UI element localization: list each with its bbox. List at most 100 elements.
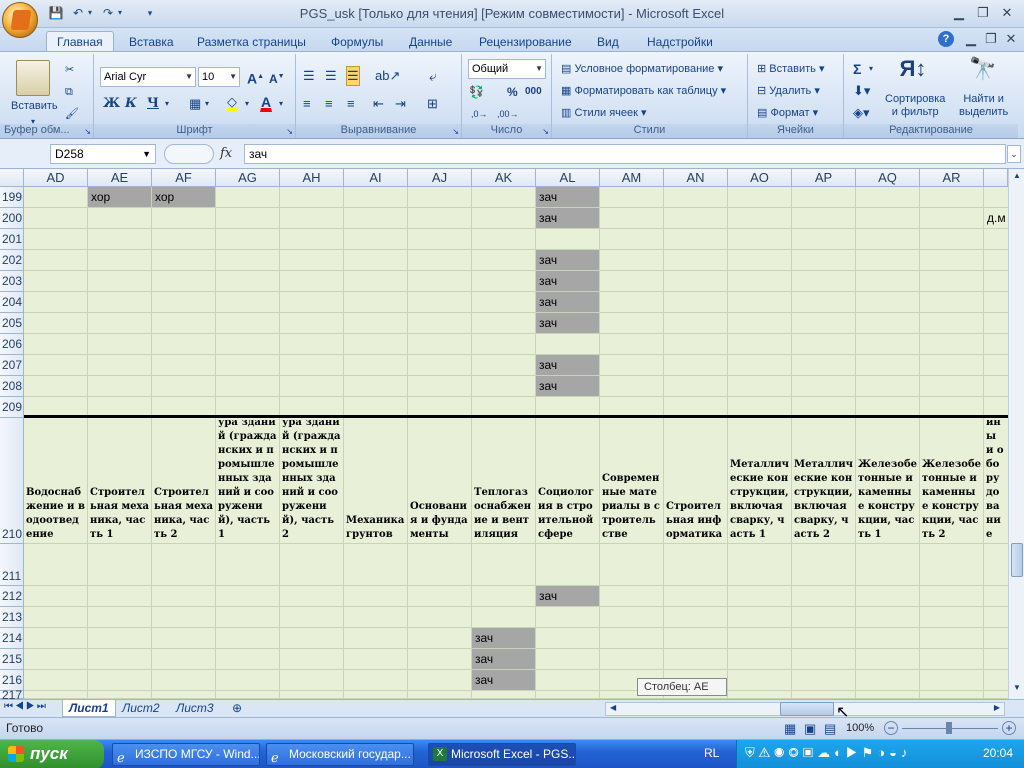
row-header-204[interactable]: 204	[0, 292, 24, 313]
column-header-ap[interactable]: AP	[792, 169, 856, 187]
decrease-indent-icon[interactable]: ⇤	[372, 94, 385, 114]
find-select-button[interactable]: Найти и выделить	[958, 92, 1009, 118]
delete-cells-button[interactable]: ⊟ Удалить ▾	[756, 81, 821, 101]
dialog-launcher-icon[interactable]: ↘	[84, 127, 91, 136]
help-icon[interactable]: ?	[938, 31, 954, 47]
column-header-am[interactable]: AM	[600, 169, 664, 187]
row-header-201[interactable]: 201	[0, 229, 24, 250]
subject-header-cell[interactable]: Металлические конструкции, включая сварк…	[728, 420, 791, 542]
column-header-af[interactable]: AF	[152, 169, 216, 187]
workbook-minimize-icon[interactable]: ▁	[960, 30, 982, 48]
cell-styles-button[interactable]: ▥ Стили ячеек ▾	[560, 103, 648, 123]
restore-icon[interactable]: ❐	[972, 4, 994, 22]
page-break-view-icon[interactable]: ▤	[824, 721, 836, 737]
subject-header-cell[interactable]: Архитектура зданий (гражданских и промыш…	[216, 420, 279, 542]
align-top-icon[interactable]: ☰	[302, 66, 316, 86]
thousands-button[interactable]: 000	[524, 82, 543, 102]
column-header-ah[interactable]: AH	[280, 169, 344, 187]
select-all-button[interactable]	[0, 169, 24, 187]
language-indicator[interactable]: RL	[704, 746, 719, 760]
row-header-217[interactable]: 217	[0, 689, 24, 699]
align-right-icon[interactable]: ≡	[346, 94, 356, 114]
cell-ae199[interactable]: хор	[88, 187, 151, 207]
row-header-205[interactable]: 205	[0, 313, 24, 334]
underline-dropdown-icon[interactable]: ▾	[164, 94, 170, 114]
tab-home[interactable]: Главная	[46, 31, 114, 52]
subject-header-cell[interactable]: Строительная информатика	[664, 420, 727, 542]
sheet-tab-3[interactable]: Лист3	[170, 700, 220, 717]
wrap-text-icon[interactable]: ⤶	[428, 66, 438, 86]
row-header-206[interactable]: 206	[0, 334, 24, 355]
borders-dropdown-icon[interactable]: ▾	[204, 94, 210, 114]
cell-al207[interactable]: зач	[536, 355, 599, 375]
vertical-scroll-thumb[interactable]	[1011, 543, 1023, 577]
underline-button[interactable]: Ч	[146, 94, 160, 114]
insert-cells-button[interactable]: ⊞ Вставить ▾	[756, 59, 826, 79]
zoom-slider-thumb[interactable]	[946, 722, 952, 734]
align-center-icon[interactable]: ≡	[324, 94, 334, 114]
undo-dropdown-icon[interactable]: ▾	[82, 5, 98, 21]
font-size-combo[interactable]: 10 ▼	[198, 67, 240, 87]
redo-dropdown-icon[interactable]: ▾	[112, 5, 128, 21]
dialog-launcher-icon[interactable]: ↘	[286, 127, 293, 136]
align-middle-icon[interactable]: ☰	[324, 66, 338, 86]
font-color-dropdown-icon[interactable]: ▾	[278, 94, 284, 114]
start-button[interactable]: пуск	[0, 740, 104, 768]
subject-header-cell[interactable]: Механика грунтов	[344, 420, 407, 542]
row-header-209[interactable]: 209	[0, 397, 24, 418]
tab-view[interactable]: Вид	[586, 31, 630, 52]
subject-header-cell[interactable]: Современные материалы в строительстве	[600, 420, 663, 542]
column-header-ad[interactable]: AD	[24, 169, 88, 187]
scroll-right-icon[interactable]: ▶	[994, 703, 1000, 712]
bold-button[interactable]: Ж	[102, 94, 121, 114]
row-header-202[interactable]: 202	[0, 250, 24, 271]
subject-header-cell[interactable]: Основания и фундаменты	[408, 420, 471, 542]
tab-formulas[interactable]: Формулы	[320, 31, 394, 52]
tab-addins[interactable]: Надстройки	[636, 31, 724, 52]
insert-sheet-icon[interactable]: ⊕	[226, 700, 248, 717]
row-header-213[interactable]: 213	[0, 607, 24, 628]
cut-icon[interactable]: ✂	[64, 60, 75, 80]
save-icon[interactable]: 💾	[48, 5, 64, 21]
dialog-launcher-icon[interactable]: ↘	[452, 127, 459, 136]
column-header-ao[interactable]: AO	[728, 169, 792, 187]
insert-function-button[interactable]: fx	[220, 144, 244, 164]
column-header-ae[interactable]: AE	[88, 169, 152, 187]
autosum-button[interactable]: Σ	[852, 59, 862, 79]
cell-al200[interactable]: зач	[536, 208, 599, 228]
row-header-208[interactable]: 208	[0, 376, 24, 397]
subject-header-cell[interactable]: Социология в строительной сфере	[536, 420, 599, 542]
tab-page-layout[interactable]: Разметка страницы	[186, 31, 317, 52]
cell-al212[interactable]: зач	[536, 586, 599, 606]
subject-header-cell[interactable]: Железобетонные и каменные конструкции, ч…	[920, 420, 983, 542]
row-header-207[interactable]: 207	[0, 355, 24, 376]
decrease-decimal-icon[interactable]: ,00→	[496, 104, 520, 124]
scroll-left-icon[interactable]: ◀	[610, 703, 616, 712]
sort-filter-icon[interactable]: Я↕	[898, 56, 928, 88]
number-format-combo[interactable]: Общий ▼	[468, 59, 546, 79]
font-name-combo[interactable]: Arial Cyr ▼	[100, 67, 196, 87]
paste-icon[interactable]	[16, 60, 50, 96]
row-header-210[interactable]: 210	[0, 418, 24, 544]
fill-color-icon[interactable]: ◇	[226, 92, 238, 112]
cell-al208[interactable]: зач	[536, 376, 599, 396]
conditional-formatting-button[interactable]: ▤ Условное форматирование ▾	[560, 59, 724, 79]
name-box[interactable]: D258 ▼	[50, 144, 156, 164]
zoom-level[interactable]: 100%	[846, 722, 874, 734]
fill-dropdown-icon[interactable]: ▾	[244, 94, 250, 114]
column-header-aj[interactable]: AJ	[408, 169, 472, 187]
align-left-icon[interactable]: ≡	[302, 94, 312, 114]
subject-header-cell[interactable]: Металлические конструкции, включая сварк…	[792, 420, 855, 542]
office-button[interactable]	[2, 2, 38, 38]
horizontal-scroll-thumb[interactable]	[780, 702, 834, 716]
font-color-icon[interactable]: A	[260, 92, 273, 112]
increase-decimal-icon[interactable]: ,0→	[470, 104, 489, 124]
column-header-aq[interactable]: AQ	[856, 169, 920, 187]
subject-header-cell[interactable]: Строительная механика, часть 2	[152, 420, 215, 542]
merge-cells-icon[interactable]: ⊞	[426, 94, 439, 114]
column-header-al[interactable]: AL	[536, 169, 600, 187]
column-header-an[interactable]: AN	[664, 169, 728, 187]
format-as-table-button[interactable]: ▦ Форматировать как таблицу ▾	[560, 81, 727, 101]
tab-insert[interactable]: Вставка	[118, 31, 185, 52]
scroll-down-icon[interactable]: ▼	[1011, 683, 1023, 697]
